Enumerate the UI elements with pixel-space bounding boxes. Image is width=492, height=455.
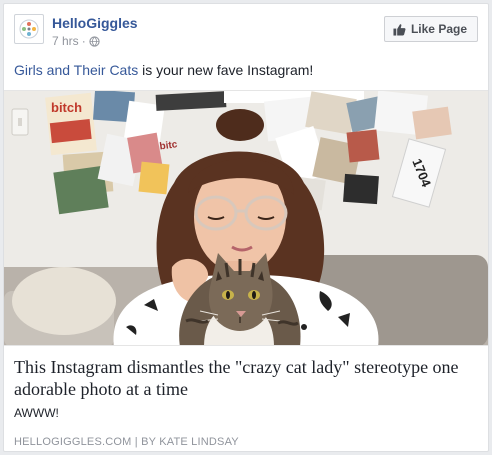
post-message: Girls and Their Cats is your new fave In…: [14, 62, 478, 78]
post-message-link[interactable]: Girls and Their Cats: [14, 62, 138, 78]
page-avatar[interactable]: [14, 14, 44, 44]
link-source-footer: HELLOGIGGLES.COM | BY KATE LINDSAY: [14, 436, 239, 448]
link-preview[interactable]: This Instagram dismantles the "crazy cat…: [14, 356, 478, 420]
post-message-text: is your new fave Instagram!: [138, 62, 314, 78]
hellogiggles-logo-icon: [19, 19, 39, 39]
globe-icon: [89, 35, 100, 47]
link-description: AWWW!: [14, 406, 59, 420]
facebook-post-card: HelloGiggles 7 hrs · Like Page Girls and…: [3, 3, 489, 452]
like-page-button[interactable]: Like Page: [383, 16, 478, 42]
meta-separator: ·: [81, 34, 86, 48]
post-meta: 7 hrs ·: [52, 34, 100, 48]
thumbs-up-icon: [393, 23, 406, 36]
page-name-link[interactable]: HelloGiggles: [52, 15, 138, 31]
like-page-label: Like Page: [410, 22, 467, 36]
post-header: HelloGiggles 7 hrs · Like Page: [14, 14, 478, 54]
post-image[interactable]: bitch bitc 1704: [4, 90, 488, 346]
girl-with-cat-photo: bitch bitc 1704: [4, 91, 488, 345]
sign-bitch: bitch: [51, 100, 82, 115]
pillow: [12, 267, 116, 335]
link-title[interactable]: This Instagram dismantles the "crazy cat…: [14, 356, 478, 400]
post-timestamp[interactable]: 7 hrs: [52, 34, 79, 48]
